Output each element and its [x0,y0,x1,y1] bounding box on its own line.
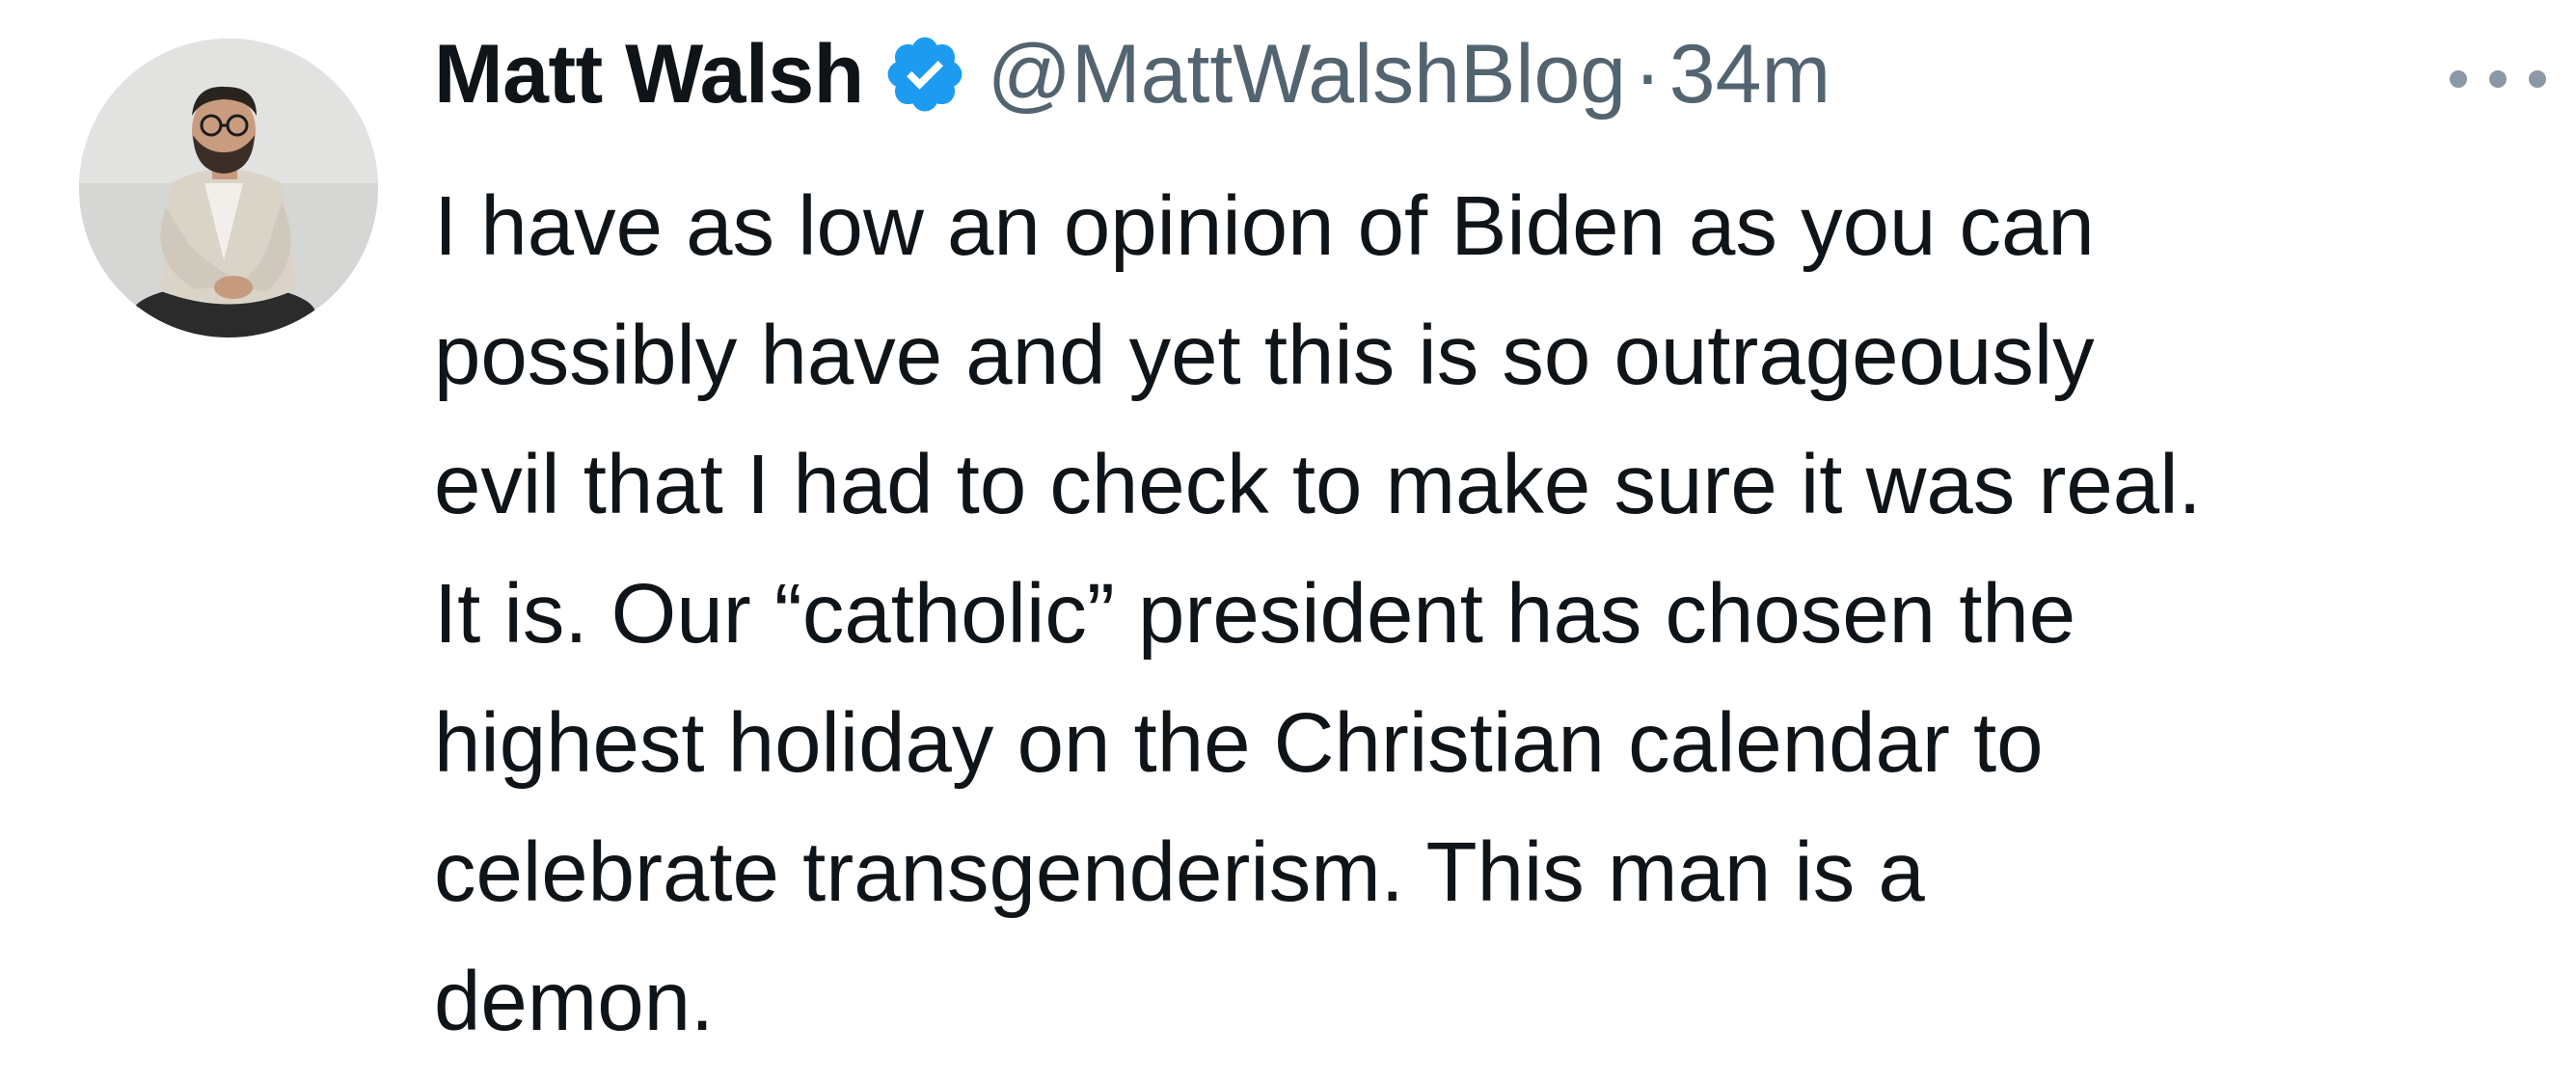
avatar-image [79,39,378,338]
tweet-text-line: It is. Our “catholic” president has chos… [434,567,2076,661]
tweet-text-line: highest holiday on the Christian calenda… [434,696,2044,790]
avatar[interactable] [79,39,378,338]
tweet-header: Matt Walsh @MattWalshBlog · 34m [434,21,1830,127]
more-dot [2489,70,2507,88]
tweet-timestamp[interactable]: 34m [1669,27,1830,122]
more-horizontal-icon[interactable] [2450,60,2546,98]
author-handle[interactable]: @MattWalshBlog [988,27,1626,122]
tweet-text-line: possibly have and yet this is so outrage… [434,309,2095,402]
more-dot [2450,70,2467,88]
author-name[interactable]: Matt Walsh [434,27,864,122]
tweet-text: I have as low an opinion of Biden as you… [434,162,2556,1067]
tweet-text-line: demon. [434,955,715,1048]
header-separator: · [1634,27,1662,121]
tweet-text-line: evil that I had to check to make sure it… [434,438,2202,531]
tweet-text-line: I have as low an opinion of Biden as you… [434,179,2095,273]
tweet-text-line: celebrate transgenderism. This man is a [434,825,1925,919]
tweet[interactable]: Matt Walsh @MattWalshBlog · 34m I have a… [0,0,2576,1081]
more-dot [2529,70,2546,88]
verified-badge-icon[interactable] [881,31,968,118]
